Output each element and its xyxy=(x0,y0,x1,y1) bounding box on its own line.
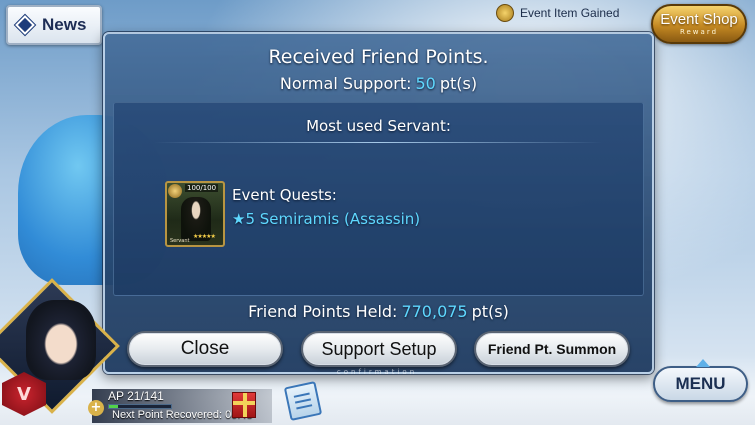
servant-card[interactable]: 100/100 ★★★★★ Servant xyxy=(165,181,225,247)
close-button[interactable]: Close xyxy=(127,331,283,367)
ap-plus-icon[interactable]: + xyxy=(88,400,104,416)
fp-held-label: Friend Points Held: xyxy=(248,302,398,321)
news-label: News xyxy=(42,15,87,34)
news-button[interactable]: News xyxy=(6,5,102,45)
clipboard-icon[interactable] xyxy=(283,381,323,421)
event-item-gained-label: Event Item Gained xyxy=(520,6,620,20)
dialog-title: Received Friend Points. xyxy=(268,46,489,68)
diamond-arrow-icon xyxy=(15,15,35,35)
normal-support-unit: pt(s) xyxy=(439,74,478,93)
event-shop-sublabel: Reward xyxy=(679,27,719,36)
master-avatar xyxy=(26,300,96,380)
friend-points-held-line: Friend Points Held: 770,075 pt(s) xyxy=(105,302,652,321)
fp-held-value: 770,075 xyxy=(401,302,468,321)
servant-tag: Servant xyxy=(170,238,190,244)
menu-label: MENU xyxy=(675,374,726,393)
servant-level: 100/100 xyxy=(185,184,219,192)
confirmation-caption: confirmation xyxy=(336,368,418,376)
most-used-servant-panel: Most used Servant: 100/100 ★★★★★ Servant… xyxy=(113,102,644,296)
normal-support-line: Normal Support: 50 pt(s) xyxy=(105,74,652,93)
medal-icon xyxy=(496,4,514,22)
servant-rarity-stars: ★★★★★ xyxy=(193,233,216,240)
most-used-label: Most used Servant: xyxy=(306,117,451,135)
fp-held-unit: pt(s) xyxy=(471,302,509,321)
servant-name: ★5 Semiramis (Assassin) xyxy=(232,210,421,228)
menu-caret-icon xyxy=(696,359,710,367)
normal-support-value: 50 xyxy=(415,74,436,93)
event-shop-label: Event Shop xyxy=(660,10,738,28)
gift-icon[interactable] xyxy=(232,392,256,418)
menu-button[interactable]: MENU xyxy=(653,359,748,402)
assassin-class-icon xyxy=(168,184,182,198)
ap-counter: AP 21/141 xyxy=(108,389,164,403)
support-setup-button[interactable]: Support Setup xyxy=(301,331,457,367)
normal-support-label: Normal Support: xyxy=(279,74,412,93)
friend-points-dialog: Received Friend Points. Normal Support: 5… xyxy=(103,32,654,376)
event-item-gained-notice: Event Item Gained xyxy=(496,4,619,22)
ap-gauge-fill xyxy=(109,405,119,408)
friend-point-summon-button[interactable]: Friend Pt. Summon xyxy=(474,331,630,367)
panel-divider xyxy=(154,142,603,143)
event-shop-button[interactable]: Event Shop Reward xyxy=(651,4,747,44)
event-quests-label: Event Quests: xyxy=(232,186,337,204)
